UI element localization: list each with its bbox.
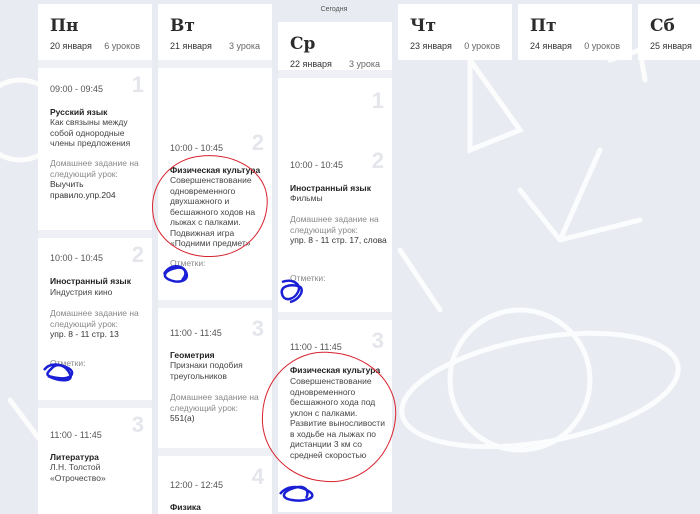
lesson-card[interactable]: 1 bbox=[278, 78, 392, 142]
day-name: Пт bbox=[530, 16, 557, 36]
blue-scribble-annotation bbox=[280, 279, 303, 304]
homework-label: Домашнее задание на следующий урок: bbox=[290, 214, 379, 235]
lesson-topic: Как связыны между собой однородные члены… bbox=[50, 117, 131, 148]
day-date: 22 января bbox=[290, 59, 332, 69]
lesson-subject: Физика bbox=[170, 502, 201, 512]
lesson-time: 09:00 - 09:45 bbox=[50, 84, 104, 94]
day-date: 25 января bbox=[650, 41, 692, 51]
lesson-number: 3 bbox=[371, 328, 384, 353]
homework-label: Домашнее задание на следующий урок: bbox=[170, 392, 259, 413]
lesson-count: 3 урока bbox=[348, 59, 380, 69]
lesson-count: 0 уроков bbox=[464, 41, 500, 51]
homework-text: упр. 8 - 11 стр. 13 bbox=[50, 329, 119, 339]
lesson-topic: Индустрия кино bbox=[50, 287, 113, 297]
homework-text: Выучить правило.упр.204 bbox=[50, 179, 116, 200]
day-name: Сб bbox=[650, 16, 675, 36]
day-date: 20 января bbox=[50, 41, 92, 51]
lesson-subject: Физическая культура bbox=[170, 165, 261, 175]
lesson-number: 1 bbox=[131, 72, 144, 97]
homework-text: 551(а) bbox=[170, 413, 195, 423]
day-name: Пн bbox=[50, 16, 79, 36]
separator bbox=[158, 300, 272, 308]
lesson-topic: Л.Н. Толстой «Отрочество» bbox=[50, 462, 106, 483]
lesson-number: 2 bbox=[371, 148, 384, 173]
lesson-time: 10:00 - 10:45 bbox=[170, 143, 224, 153]
lesson-number: 1 bbox=[371, 88, 384, 113]
lesson-subject: Иностранный язык bbox=[50, 276, 131, 286]
day-date: 23 января bbox=[410, 41, 452, 51]
day-date: 21 января bbox=[170, 41, 212, 51]
blue-scribble-annotation bbox=[279, 485, 314, 502]
day-header: Вт 21 января 3 урока bbox=[158, 4, 272, 60]
lesson-count: 6 уроков bbox=[104, 41, 140, 51]
separator bbox=[38, 60, 152, 68]
lesson-count: 3 урока bbox=[228, 41, 260, 51]
day-header: Чт 23 января 0 уроков bbox=[398, 4, 512, 60]
blue-scribble-annotation bbox=[162, 265, 189, 283]
lesson-time: 11:00 - 11:45 bbox=[50, 430, 102, 440]
day-header: Пн 20 января 6 уроков bbox=[38, 4, 152, 60]
lesson-subject: Литература bbox=[50, 452, 99, 462]
lesson-number: 4 bbox=[251, 464, 264, 489]
lesson-subject: Русский язык bbox=[50, 107, 108, 117]
lesson-subject: Физическая культура bbox=[290, 365, 381, 375]
separator bbox=[38, 230, 152, 238]
lesson-topic: Признаки подобия треугольников bbox=[170, 360, 243, 381]
day-name: Ср bbox=[290, 34, 316, 54]
lesson-number: 2 bbox=[131, 242, 144, 267]
today-label: Сегодня bbox=[320, 6, 348, 13]
lesson-subject: Иностранный язык bbox=[290, 183, 371, 193]
day-column-thursday[interactable]: Чт 23 января 0 уроков bbox=[398, 4, 512, 60]
lesson-time: 11:00 - 11:45 bbox=[170, 328, 222, 338]
lesson-number: 3 bbox=[251, 316, 264, 341]
day-column-saturday[interactable]: Сб 25 января bbox=[638, 4, 700, 60]
lesson-number: 3 bbox=[131, 412, 144, 437]
day-name: Вт bbox=[170, 16, 195, 36]
homework-text: упр. 8 - 11 стр. 17, слова bbox=[290, 235, 387, 245]
lesson-card[interactable]: 3 11:00 - 11:45 Геометрия Признаки подоб… bbox=[158, 308, 272, 448]
day-name: Чт bbox=[410, 16, 437, 36]
day-header: Сб 25 января bbox=[638, 4, 700, 60]
separator bbox=[158, 448, 272, 456]
day-column-tuesday[interactable]: Вт 21 января 3 урока 2 10:00 - 10:45 Физ… bbox=[158, 4, 272, 514]
lesson-card[interactable]: 1 09:00 - 09:45 Русский язык Как связыны… bbox=[38, 68, 152, 230]
lesson-card[interactable]: 4 12:00 - 12:45 Физика bbox=[158, 456, 272, 514]
lesson-card[interactable]: 3 11:00 - 11:45 Литература Л.Н. Толстой … bbox=[38, 408, 152, 514]
lesson-time: 10:00 - 10:45 bbox=[290, 160, 344, 170]
lesson-topic: Совершенствование одновременного бесшажн… bbox=[290, 376, 385, 460]
lesson-count: 0 уроков bbox=[584, 41, 620, 51]
separator bbox=[278, 312, 392, 320]
homework-label: Домашнее задание на следующий урок: bbox=[50, 158, 139, 179]
day-date: 24 января bbox=[530, 41, 572, 51]
separator bbox=[158, 60, 272, 68]
lesson-time: 10:00 - 10:45 bbox=[50, 253, 104, 263]
day-column-wednesday-today[interactable]: Ср 22 января 3 урока 1 2 10:00 - 10:45 И… bbox=[278, 22, 392, 512]
separator bbox=[278, 70, 392, 78]
lesson-number: 2 bbox=[251, 130, 264, 155]
lesson-subject: Геометрия bbox=[170, 350, 215, 360]
day-column-monday[interactable]: Пн 20 января 6 уроков 1 09:00 - 09:45 Ру… bbox=[38, 4, 152, 514]
lesson-time: 12:00 - 12:45 bbox=[170, 480, 224, 490]
day-column-friday[interactable]: Пт 24 января 0 уроков bbox=[518, 4, 632, 60]
day-header: Пт 24 января 0 уроков bbox=[518, 4, 632, 60]
homework-label: Домашнее задание на следующий урок: bbox=[50, 308, 139, 329]
lesson-topic: Совершенствование одновременного двухшаж… bbox=[170, 175, 256, 248]
lesson-topic: Фильмы bbox=[290, 193, 323, 203]
lesson-time: 11:00 - 11:45 bbox=[290, 342, 342, 352]
separator bbox=[38, 400, 152, 408]
blue-scribble-annotation bbox=[43, 363, 74, 382]
